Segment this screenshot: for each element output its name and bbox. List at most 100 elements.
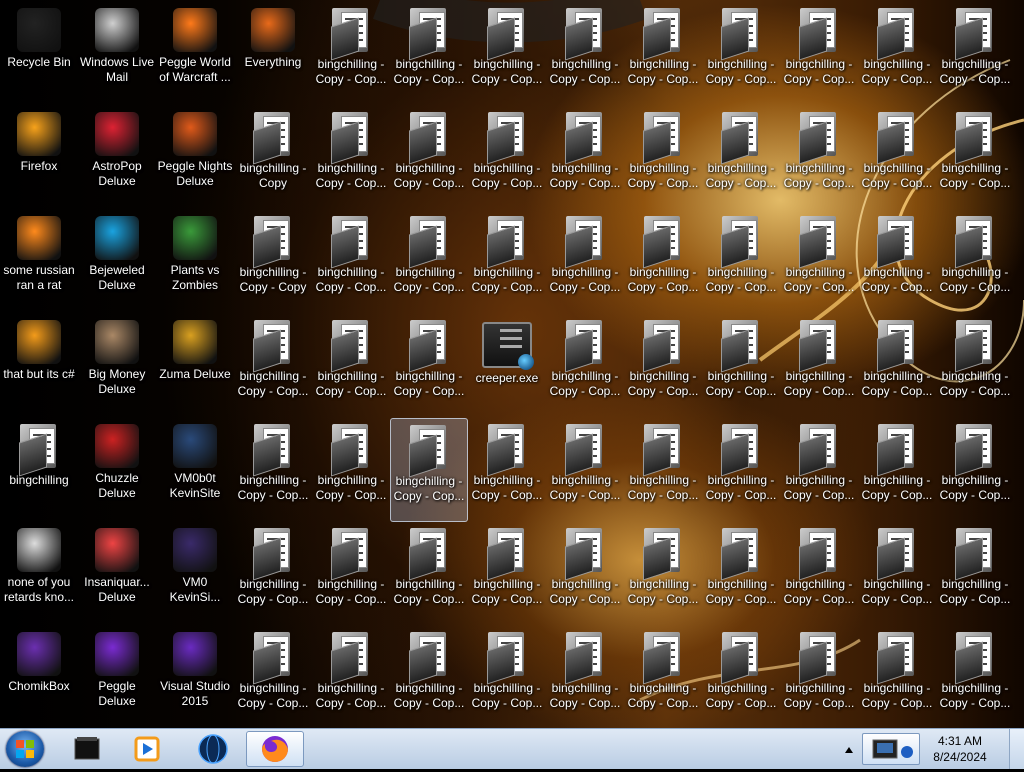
desktop-icon[interactable]: bingchilling - Copy - Cop... bbox=[390, 106, 468, 210]
desktop-icon[interactable]: bingchilling - Copy - Cop... bbox=[234, 314, 312, 418]
taskbar-media-player-button[interactable] bbox=[122, 731, 172, 767]
taskbar-globe-button[interactable] bbox=[188, 731, 238, 767]
tray-app-button[interactable] bbox=[862, 733, 920, 765]
desktop-icon[interactable]: bingchilling - Copy - Cop... bbox=[468, 418, 546, 522]
desktop-icon[interactable]: bingchilling - Copy - Cop... bbox=[546, 522, 624, 626]
desktop-icon[interactable]: bingchilling - Copy - Cop... bbox=[312, 522, 390, 626]
desktop-icon[interactable]: bingchilling - Copy - Cop... bbox=[858, 626, 936, 728]
desktop-icon[interactable]: bingchilling - Copy - Cop... bbox=[936, 626, 1014, 728]
desktop-icon[interactable]: bingchilling - Copy - Cop... bbox=[624, 2, 702, 106]
desktop-icon[interactable]: Visual Studio 2015 bbox=[156, 626, 234, 728]
desktop-icon[interactable]: bingchilling bbox=[0, 418, 78, 522]
desktop-icon[interactable]: Recycle Bin bbox=[0, 2, 78, 106]
desktop-icon[interactable]: Firefox bbox=[0, 106, 78, 210]
desktop-icon[interactable]: bingchilling - Copy - Cop... bbox=[546, 314, 624, 418]
desktop-icon[interactable]: bingchilling - Copy - Cop... bbox=[468, 106, 546, 210]
desktop-icon[interactable]: bingchilling - Copy - Cop... bbox=[312, 210, 390, 314]
desktop-icon[interactable]: Peggle World of Warcraft ... bbox=[156, 2, 234, 106]
desktop-icon[interactable]: bingchilling - Copy - Cop... bbox=[936, 106, 1014, 210]
desktop-icon[interactable]: bingchilling - Copy - Cop... bbox=[780, 2, 858, 106]
desktop-icon[interactable]: Plants vs Zombies bbox=[156, 210, 234, 314]
desktop-icon[interactable]: bingchilling - Copy - Cop... bbox=[858, 210, 936, 314]
desktop-icon[interactable]: Everything bbox=[234, 2, 312, 106]
desktop-icon[interactable]: bingchilling - Copy - Cop... bbox=[312, 626, 390, 728]
desktop-icon[interactable]: bingchilling - Copy - Cop... bbox=[702, 418, 780, 522]
desktop-icon[interactable]: bingchilling - Copy - Cop... bbox=[546, 418, 624, 522]
desktop-icon[interactable]: bingchilling - Copy - Cop... bbox=[936, 418, 1014, 522]
desktop-icon[interactable]: bingchilling - Copy - Cop... bbox=[546, 106, 624, 210]
desktop-icon[interactable]: bingchilling - Copy - Cop... bbox=[468, 2, 546, 106]
desktop-icon[interactable]: bingchilling - Copy - Cop... bbox=[780, 522, 858, 626]
desktop-icon[interactable]: Chuzzle Deluxe bbox=[78, 418, 156, 522]
desktop-icon[interactable]: bingchilling - Copy - Cop... bbox=[234, 418, 312, 522]
desktop-icon[interactable]: bingchilling - Copy - Cop... bbox=[390, 314, 468, 418]
desktop-icon[interactable]: bingchilling - Copy - Cop... bbox=[234, 522, 312, 626]
desktop-icon[interactable]: Peggle Nights Deluxe bbox=[156, 106, 234, 210]
desktop-icon[interactable]: some russian ran a rat bbox=[0, 210, 78, 314]
desktop-icon[interactable]: none of you retards kno... bbox=[0, 522, 78, 626]
desktop-icon[interactable]: AstroPop Deluxe bbox=[78, 106, 156, 210]
desktop-icon[interactable]: bingchilling - Copy - Cop... bbox=[702, 106, 780, 210]
desktop-icon[interactable]: bingchilling - Copy - Cop... bbox=[858, 106, 936, 210]
desktop-icon[interactable]: bingchilling - Copy - Cop... bbox=[468, 626, 546, 728]
desktop-icon[interactable]: bingchilling - Copy bbox=[234, 106, 312, 210]
desktop-icon[interactable]: bingchilling - Copy - Cop... bbox=[468, 210, 546, 314]
desktop-icon[interactable]: bingchilling - Copy - Cop... bbox=[936, 522, 1014, 626]
tray-expand-arrow-icon[interactable] bbox=[842, 729, 856, 769]
desktop-icon[interactable]: bingchilling - Copy - Cop... bbox=[624, 106, 702, 210]
taskbar-explorer-button[interactable] bbox=[62, 731, 112, 767]
desktop-icon[interactable]: bingchilling - Copy - Cop... bbox=[312, 418, 390, 522]
clock-date[interactable]: 8/24/2024 bbox=[920, 750, 1000, 764]
desktop-icon[interactable]: bingchilling - Copy - Cop... bbox=[468, 522, 546, 626]
desktop-icon[interactable]: Bejeweled Deluxe bbox=[78, 210, 156, 314]
show-desktop-button[interactable] bbox=[1009, 729, 1024, 769]
desktop[interactable]: Recycle Bin Firefox some russian ran a rat… bbox=[0, 0, 1024, 728]
desktop-icon[interactable]: bingchilling - Copy - Cop... bbox=[858, 2, 936, 106]
desktop-icon[interactable]: bingchilling - Copy - Cop... bbox=[702, 314, 780, 418]
desktop-icon[interactable]: creeper.exe bbox=[468, 314, 546, 418]
desktop-icon[interactable]: ChomikBox bbox=[0, 626, 78, 728]
desktop-icon[interactable]: bingchilling - Copy - Cop... bbox=[624, 626, 702, 728]
desktop-icon[interactable]: bingchilling - Copy - Cop... bbox=[780, 314, 858, 418]
desktop-icon[interactable]: bingchilling - Copy - Cop... bbox=[702, 2, 780, 106]
desktop-icon[interactable]: bingchilling - Copy - Cop... bbox=[390, 522, 468, 626]
desktop-icon[interactable]: bingchilling - Copy - Cop... bbox=[936, 2, 1014, 106]
desktop-icon[interactable]: bingchilling - Copy - Cop... bbox=[702, 210, 780, 314]
desktop-icon[interactable]: bingchilling - Copy - Cop... bbox=[312, 314, 390, 418]
desktop-icon[interactable]: bingchilling - Copy - Cop... bbox=[702, 522, 780, 626]
desktop-icon[interactable]: bingchilling - Copy - Cop... bbox=[312, 2, 390, 106]
desktop-icon[interactable]: Zuma Deluxe bbox=[156, 314, 234, 418]
desktop-icon[interactable]: bingchilling - Copy - Cop... bbox=[780, 210, 858, 314]
clock-time[interactable]: 4:31 AM bbox=[920, 734, 1000, 748]
desktop-icon[interactable]: Insaniquar... Deluxe bbox=[78, 522, 156, 626]
desktop-icon[interactable]: bingchilling - Copy - Cop... bbox=[390, 210, 468, 314]
desktop-icon[interactable]: VM0 KevinSi... bbox=[156, 522, 234, 626]
desktop-icon[interactable]: bingchilling - Copy - Cop... bbox=[936, 314, 1014, 418]
desktop-icon[interactable]: Big Money Deluxe bbox=[78, 314, 156, 418]
desktop-icon[interactable]: bingchilling - Copy - Copy bbox=[234, 210, 312, 314]
desktop-icon[interactable]: bingchilling - Copy - Cop... bbox=[390, 418, 468, 522]
desktop-icon[interactable]: bingchilling - Copy - Cop... bbox=[390, 626, 468, 728]
desktop-icon[interactable]: bingchilling - Copy - Cop... bbox=[546, 210, 624, 314]
desktop-icon[interactable]: bingchilling - Copy - Cop... bbox=[312, 106, 390, 210]
desktop-icon[interactable]: bingchilling - Copy - Cop... bbox=[390, 2, 468, 106]
desktop-icon[interactable]: bingchilling - Copy - Cop... bbox=[780, 418, 858, 522]
taskbar-firefox-button[interactable] bbox=[246, 731, 304, 767]
desktop-icon[interactable]: bingchilling - Copy - Cop... bbox=[858, 418, 936, 522]
desktop-icon[interactable]: bingchilling - Copy - Cop... bbox=[780, 626, 858, 728]
desktop-icon[interactable]: bingchilling - Copy - Cop... bbox=[624, 314, 702, 418]
desktop-icon[interactable]: that but its c# bbox=[0, 314, 78, 418]
desktop-icon[interactable]: bingchilling - Copy - Cop... bbox=[546, 2, 624, 106]
desktop-icon[interactable]: Peggle Deluxe bbox=[78, 626, 156, 728]
desktop-icon[interactable]: bingchilling - Copy - Cop... bbox=[858, 314, 936, 418]
desktop-icon[interactable]: bingchilling - Copy - Cop... bbox=[624, 418, 702, 522]
desktop-icon[interactable]: bingchilling - Copy - Cop... bbox=[702, 626, 780, 728]
desktop-icon[interactable]: bingchilling - Copy - Cop... bbox=[234, 626, 312, 728]
desktop-icon[interactable]: bingchilling - Copy - Cop... bbox=[624, 210, 702, 314]
desktop-icon[interactable]: bingchilling - Copy - Cop... bbox=[546, 626, 624, 728]
desktop-icon[interactable]: Windows Live Mail bbox=[78, 2, 156, 106]
desktop-icon[interactable]: bingchilling - Copy - Cop... bbox=[780, 106, 858, 210]
desktop-icon[interactable]: VM0b0t KevinSite bbox=[156, 418, 234, 522]
desktop-icon[interactable]: bingchilling - Copy - Cop... bbox=[624, 522, 702, 626]
desktop-icon[interactable]: bingchilling - Copy - Cop... bbox=[936, 210, 1014, 314]
